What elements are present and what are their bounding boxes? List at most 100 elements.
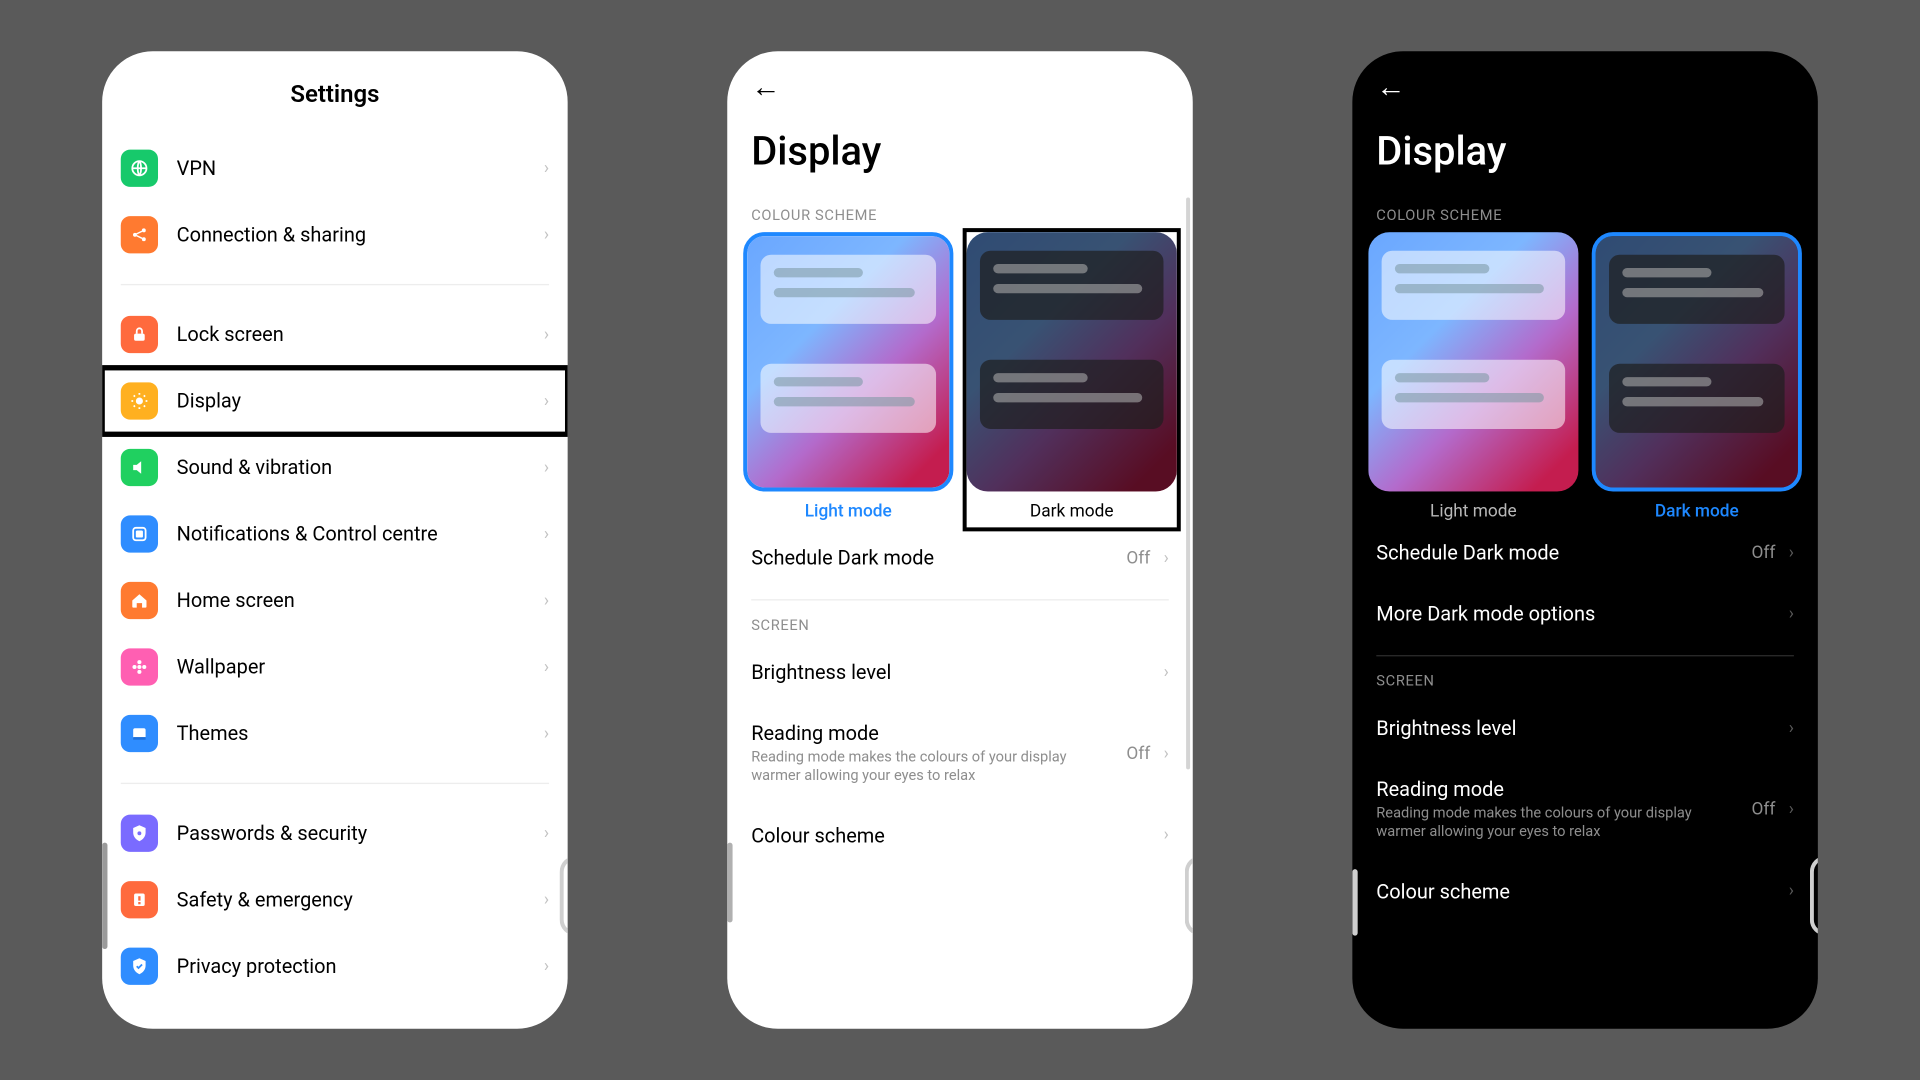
- reading-mode-row[interactable]: Reading mode Reading mode makes the colo…: [727, 703, 1193, 805]
- settings-item-label: Themes: [177, 722, 544, 746]
- chevron-right-icon: ›: [1164, 744, 1169, 764]
- sun-icon: [121, 382, 158, 419]
- notif-icon: [121, 515, 158, 552]
- chevron-right-icon: ›: [1789, 543, 1794, 563]
- back-button[interactable]: ←: [1352, 51, 1818, 104]
- edge-gesture-arc: [1185, 856, 1193, 936]
- chevron-right-icon: ›: [1789, 800, 1794, 820]
- settings-item-wallpaper[interactable]: Wallpaper›: [121, 634, 549, 701]
- chevron-right-icon: ›: [544, 391, 549, 411]
- edge-gesture-arc: [1810, 856, 1818, 936]
- light-mode-label: Light mode: [1430, 502, 1517, 522]
- chevron-right-icon: ›: [1789, 881, 1794, 901]
- back-arrow-icon: ←: [1376, 71, 1405, 104]
- settings-item-label: Privacy protection: [177, 954, 544, 978]
- dark-mode-preview: [967, 232, 1177, 491]
- brightness-level-row[interactable]: Brightness level ›: [727, 642, 1193, 703]
- lock-icon: [121, 316, 158, 353]
- chevron-right-icon: ›: [1789, 718, 1794, 738]
- page-title: Settings: [102, 51, 568, 121]
- settings-item-label: Home screen: [177, 589, 544, 613]
- chevron-right-icon: ›: [544, 158, 549, 178]
- schedule-dark-mode-row[interactable]: Schedule Dark mode Off ›: [727, 527, 1193, 588]
- settings-item-privacy-protection[interactable]: Privacy protection›: [121, 933, 549, 1000]
- chevron-right-icon: ›: [1164, 548, 1169, 568]
- chevron-right-icon: ›: [1164, 825, 1169, 845]
- chevron-right-icon: ›: [544, 225, 549, 245]
- page-title: Display: [1352, 104, 1818, 201]
- divider: [121, 783, 549, 784]
- chevron-right-icon: ›: [544, 458, 549, 478]
- colour-scheme-row[interactable]: Colour scheme ›: [1352, 861, 1818, 922]
- share-icon: [121, 216, 158, 253]
- schedule-dark-mode-row[interactable]: Schedule Dark mode Off ›: [1352, 522, 1818, 583]
- colour-scheme-row[interactable]: Colour scheme ›: [727, 805, 1193, 866]
- settings-item-display[interactable]: Display›: [102, 368, 568, 435]
- brightness-level-row[interactable]: Brightness level ›: [1352, 698, 1818, 759]
- privacy-icon: [121, 948, 158, 985]
- chevron-right-icon: ›: [544, 823, 549, 843]
- divider: [121, 284, 549, 285]
- settings-item-themes[interactable]: Themes›: [121, 700, 549, 767]
- chevron-right-icon: ›: [544, 325, 549, 345]
- light-mode-label: Light mode: [805, 502, 892, 522]
- dark-mode-label: Dark mode: [1030, 502, 1114, 522]
- settings-item-lock-screen[interactable]: Lock screen›: [121, 301, 549, 368]
- settings-item-label: Wallpaper: [177, 655, 544, 679]
- chevron-right-icon: ›: [544, 956, 549, 976]
- colour-mode-picker: Light mode Dark mode: [727, 232, 1193, 527]
- settings-screen: Settings VPN›Connection & sharing›Lock s…: [102, 51, 568, 1029]
- back-button[interactable]: ←: [727, 51, 1193, 104]
- settings-item-sound-vibration[interactable]: Sound & vibration›: [121, 434, 549, 501]
- light-mode-preview: [1368, 232, 1578, 491]
- settings-item-label: Safety & emergency: [177, 888, 544, 912]
- section-colour-scheme: COLOUR SCHEME: [727, 202, 1193, 233]
- settings-item-label: Connection & sharing: [177, 223, 544, 247]
- chevron-right-icon: ›: [544, 724, 549, 744]
- chevron-right-icon: ›: [544, 524, 549, 544]
- display-screen-light: ← Display COLOUR SCHEME Light mode Dark …: [727, 51, 1193, 1029]
- light-mode-option[interactable]: Light mode: [743, 232, 953, 527]
- dark-mode-label: Dark mode: [1655, 502, 1739, 522]
- chevron-right-icon: ›: [544, 657, 549, 677]
- themes-icon: [121, 715, 158, 752]
- scroll-indicator: [1186, 198, 1190, 770]
- divider: [1376, 655, 1794, 656]
- edge-gesture-arc: [560, 856, 568, 936]
- section-screen: SCREEN: [1352, 667, 1818, 698]
- chevron-right-icon: ›: [544, 591, 549, 611]
- home-icon: [121, 582, 158, 619]
- light-mode-preview: [743, 232, 953, 491]
- more-dark-mode-row[interactable]: More Dark mode options ›: [1352, 583, 1818, 644]
- light-mode-option[interactable]: Light mode: [1368, 232, 1578, 522]
- section-colour-scheme: COLOUR SCHEME: [1352, 202, 1818, 233]
- dark-mode-option[interactable]: Dark mode: [967, 232, 1177, 527]
- settings-item-safety-emergency[interactable]: Safety & emergency›: [121, 867, 549, 934]
- settings-item-vpn[interactable]: VPN›: [121, 135, 549, 202]
- sound-icon: [121, 449, 158, 486]
- flower-icon: [121, 648, 158, 685]
- settings-item-home-screen[interactable]: Home screen›: [121, 567, 549, 634]
- divider: [751, 599, 1169, 600]
- settings-item-connection-sharing[interactable]: Connection & sharing›: [121, 202, 549, 269]
- settings-item-notifications-control-centre[interactable]: Notifications & Control centre›: [121, 501, 549, 568]
- shield-icon: [121, 815, 158, 852]
- colour-mode-picker: Light mode Dark mode: [1352, 232, 1818, 522]
- settings-list: VPN›Connection & sharing›Lock screen›Dis…: [102, 122, 568, 1000]
- scroll-indicator-left: [727, 843, 732, 923]
- chevron-right-icon: ›: [1789, 604, 1794, 624]
- settings-item-label: VPN: [177, 156, 544, 180]
- scroll-indicator: [102, 843, 107, 949]
- display-screen-dark: ← Display COLOUR SCHEME Light mode Dark …: [1352, 51, 1818, 1029]
- settings-item-passwords-security[interactable]: Passwords & security›: [121, 800, 549, 867]
- page-title: Display: [727, 104, 1193, 201]
- chevron-right-icon: ›: [544, 890, 549, 910]
- reading-mode-row[interactable]: Reading mode Reading mode makes the colo…: [1352, 759, 1818, 861]
- warning-icon: [121, 881, 158, 918]
- dark-mode-option[interactable]: Dark mode: [1592, 232, 1802, 522]
- globe-icon: [121, 150, 158, 187]
- settings-item-label: Notifications & Control centre: [177, 522, 544, 546]
- settings-item-label: Passwords & security: [177, 821, 544, 845]
- settings-item-label: Display: [177, 389, 544, 413]
- settings-item-label: Sound & vibration: [177, 456, 544, 480]
